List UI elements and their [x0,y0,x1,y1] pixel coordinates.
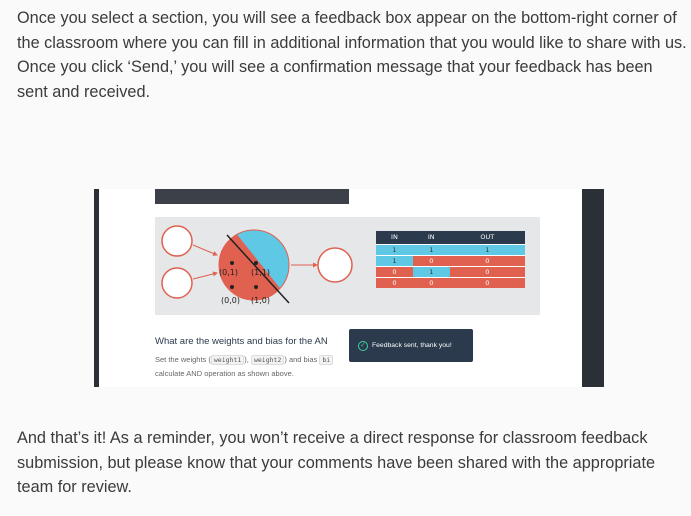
point-0-1 [230,261,234,265]
toast-message: Feedback sent, thank you! [372,342,452,349]
input-arrow-2 [192,271,218,280]
point-label-1-0: (1,0) [251,296,270,305]
question-description: Set the weights (weight1), weight2) and … [155,353,365,381]
input-node-2 [161,267,193,299]
classroom-screenshot: (0,1) (1,1) (0,0) (1,0) IN IN OUT 1 1 1 [94,189,604,387]
screenshot-left-edge [94,189,99,387]
truth-table-header: IN [412,231,450,244]
question-desc-mid: ) and bias [284,355,320,364]
table-cell: 1 [412,243,450,255]
code-bias: bi [319,355,334,365]
input-node-1 [161,225,193,257]
code-weight2: weight2 [250,355,285,365]
screenshot-top-bar [155,189,349,204]
check-circle-icon: ✓ [358,340,368,351]
truth-table-header: OUT [449,231,525,244]
question-desc-sep: ), [244,355,251,364]
table-cell: 0 [376,265,413,277]
table-cell: 0 [412,254,450,266]
table-cell: 0 [449,276,525,288]
question-desc-prefix: Set the weights ( [155,355,211,364]
point-1-1 [254,261,258,265]
screenshot-right-sidebar [582,189,604,387]
input-arrow-1 [192,244,218,256]
perceptron-diagram: (0,1) (1,1) (0,0) (1,0) IN IN OUT 1 1 1 [155,217,540,315]
table-cell: 0 [449,254,525,266]
table-row: 0 0 0 [376,276,525,288]
code-weight1: weight1 [210,355,245,365]
table-cell: 1 [376,243,413,255]
table-cell: 0 [376,276,413,288]
table-cell: 1 [376,254,413,266]
truth-table: IN IN OUT 1 1 1 1 0 0 0 1 0 0 0 0 [376,231,525,288]
table-row: 0 1 0 [376,265,525,277]
truth-table-header: IN [376,231,413,244]
point-label-0-1: (0,1) [219,268,238,277]
outro-paragraph: And that’s it! As a reminder, you won’t … [17,429,656,496]
table-cell: 0 [449,265,525,277]
feedback-toast: ✓ Feedback sent, thank you! [349,329,473,362]
table-row: 1 1 1 [376,243,525,255]
intro-paragraph: Once you select a section, you will see … [17,9,687,101]
question-title: What are the weights and bias for the AN [155,336,328,347]
output-node [317,247,353,283]
point-label-0-0: (0,0) [221,296,240,305]
point-1-0 [254,285,258,289]
point-0-0 [230,285,234,289]
table-cell: 0 [412,276,450,288]
table-cell: 1 [449,243,525,255]
table-cell: 1 [412,265,450,277]
table-row: 1 0 0 [376,254,525,266]
point-label-1-1: (1,1) [251,268,270,277]
question-desc-line2: calculate AND operation as shown above. [155,369,294,378]
